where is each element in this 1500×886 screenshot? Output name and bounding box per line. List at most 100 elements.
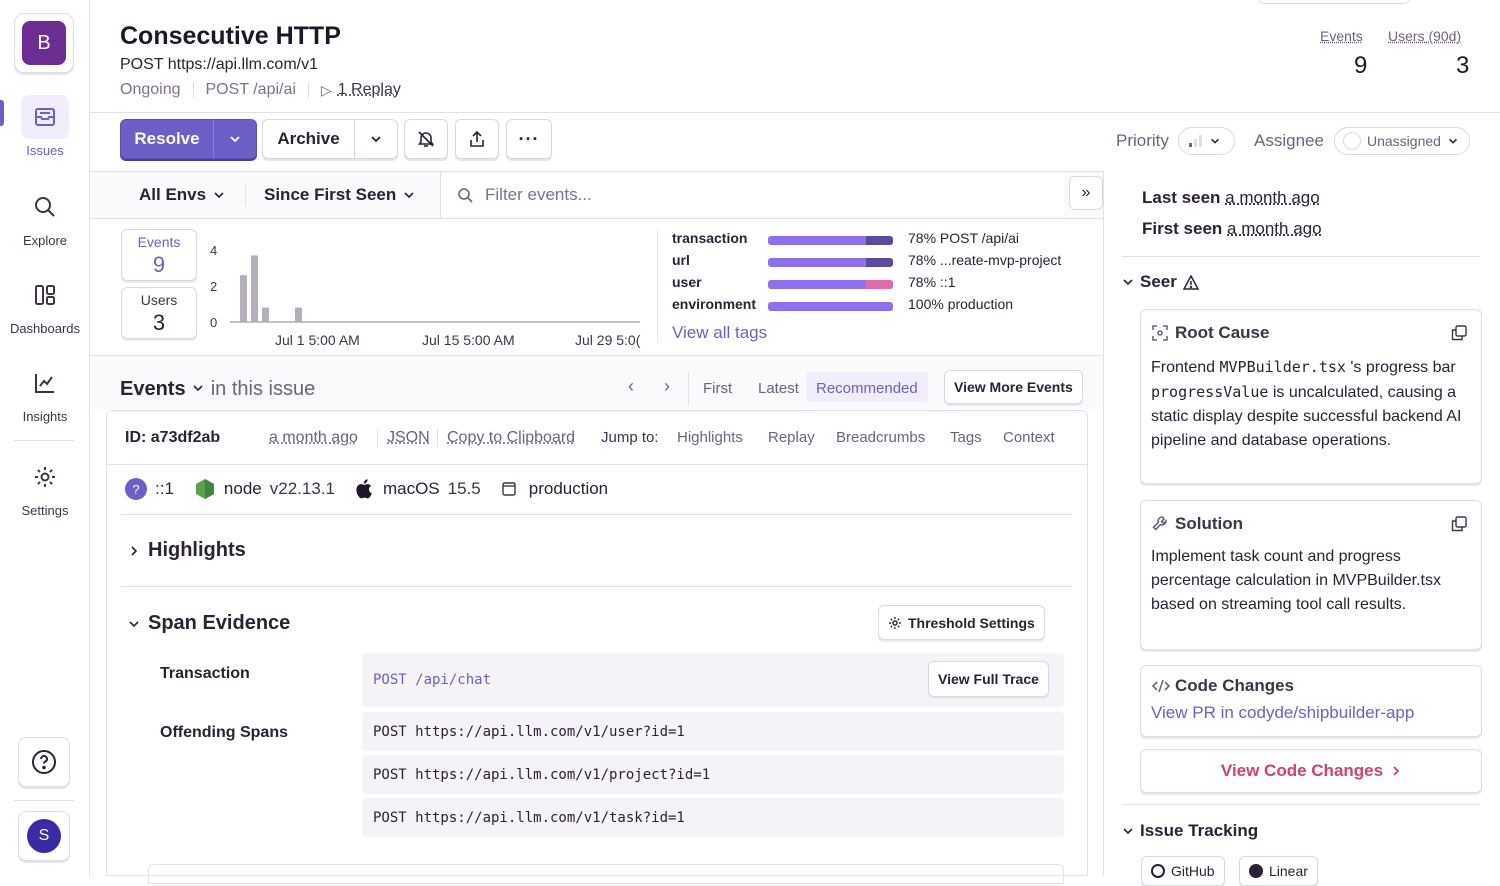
- share-icon: [470, 130, 484, 147]
- event-filter-bar: All Envs Since First Seen Filter events.…: [90, 171, 1103, 219]
- apple-icon: [356, 479, 372, 499]
- view-code-changes-button[interactable]: View Code Changes: [1140, 749, 1482, 793]
- view-full-trace-button[interactable]: View Full Trace: [928, 661, 1049, 697]
- jump-tags[interactable]: Tags: [950, 429, 982, 446]
- inbox-icon: [21, 95, 69, 139]
- copy-to-clipboard-link[interactable]: Copy to Clipboard: [447, 429, 575, 447]
- event-json-link[interactable]: JSON: [387, 429, 430, 447]
- user-menu-button[interactable]: S: [18, 811, 70, 861]
- span-evidence-toggle[interactable]: Span Evidence: [128, 612, 290, 635]
- context-runtime[interactable]: node: [224, 479, 262, 499]
- org-switcher[interactable]: B: [14, 13, 74, 73]
- header-button-partial[interactable]: [1258, 0, 1410, 4]
- tag-key: user: [672, 274, 702, 290]
- nav-explore[interactable]: Explore: [0, 185, 90, 248]
- help-button[interactable]: [18, 737, 70, 787]
- context-user[interactable]: ::1: [155, 479, 174, 499]
- prev-event-button[interactable]: ‹: [628, 376, 634, 397]
- nav-issues[interactable]: Issues: [0, 95, 90, 158]
- events-section-header: Events in this issue ‹ › First Latest Re…: [90, 355, 1103, 409]
- tag-bar-segment: [865, 258, 893, 267]
- nav-dashboards[interactable]: Dashboards: [0, 273, 90, 336]
- more-actions-button[interactable]: ···: [506, 119, 552, 159]
- events-chart: 0 2 4 Jul 1 5:00 AM Jul 15 5:00 AM Jul 29 5:…: [210, 243, 641, 348]
- collapse-sidebar-button[interactable]: »: [1069, 176, 1103, 210]
- recommended-event-button[interactable]: Recommended: [806, 372, 928, 402]
- divider: [1122, 804, 1480, 805]
- copy-icon[interactable]: [1451, 516, 1467, 532]
- first-event-button[interactable]: First: [703, 380, 732, 397]
- nav-divider: [14, 440, 74, 441]
- wrench-icon: [1152, 516, 1167, 531]
- threshold-settings-button[interactable]: Threshold Settings: [878, 605, 1045, 640]
- linear-button[interactable]: Linear: [1239, 856, 1318, 886]
- seer-toggle[interactable]: Seer: [1122, 272, 1199, 292]
- first-seen-value[interactable]: a month ago: [1227, 219, 1322, 238]
- nav-explore-label: Explore: [22, 233, 68, 248]
- chart-bar[interactable]: [262, 307, 269, 322]
- nav-settings[interactable]: Settings: [0, 455, 90, 518]
- tag-bar-segment: [865, 280, 893, 289]
- view-more-events-button[interactable]: View More Events: [944, 370, 1083, 404]
- tag-bar-segment: [865, 236, 893, 245]
- jump-breadcrumbs[interactable]: Breadcrumbs: [836, 429, 925, 446]
- archive-button[interactable]: Archive: [262, 119, 355, 159]
- search-icon: [458, 188, 473, 203]
- event-search[interactable]: Filter events...: [440, 172, 1064, 218]
- last-seen-value[interactable]: a month ago: [1225, 188, 1320, 207]
- chart-bar[interactable]: [240, 275, 247, 322]
- copy-icon[interactable]: [1451, 325, 1467, 341]
- nav-dashboards-label: Dashboards: [9, 321, 81, 336]
- jump-context[interactable]: Context: [1003, 429, 1055, 446]
- x-tick-label: Jul 15 5:00 AM: [422, 332, 515, 348]
- next-event-button[interactable]: ›: [664, 376, 670, 397]
- transaction-link[interactable]: POST /api/chat: [373, 672, 491, 688]
- nav-insights[interactable]: Insights: [0, 361, 90, 424]
- resolve-button[interactable]: Resolve: [120, 119, 214, 159]
- share-button[interactable]: [455, 119, 499, 159]
- highlights-toggle[interactable]: Highlights: [128, 539, 246, 562]
- resolve-dropdown-button[interactable]: [213, 119, 257, 159]
- root-cause-body: Frontend MVPBuilder.tsx 's progress bar …: [1151, 355, 1473, 453]
- assignee-dropdown[interactable]: Unassigned: [1334, 127, 1470, 155]
- priority-dropdown[interactable]: [1178, 127, 1235, 155]
- event-time[interactable]: a month ago: [269, 429, 358, 447]
- view-code-changes-label: View Code Changes: [1220, 761, 1384, 780]
- chart-bar[interactable]: [295, 307, 302, 322]
- replay-link[interactable]: 1 Replay: [338, 81, 401, 99]
- issue-tracking-toggle[interactable]: Issue Tracking: [1122, 821, 1258, 841]
- event-search-placeholder: Filter events...: [485, 185, 592, 204]
- jump-replay[interactable]: Replay: [768, 429, 815, 446]
- search-icon: [21, 185, 69, 229]
- view-pr-link[interactable]: View PR in codyde/shipbuilder-app: [1151, 703, 1414, 723]
- environment-selector[interactable]: All Envs: [139, 172, 226, 218]
- tag-value: 78% ...reate-mvp-project: [908, 252, 1062, 268]
- events-section-title[interactable]: Events in this issue: [120, 378, 315, 401]
- offending-span-row: POST https://api.llm.com/v1/task?id=1: [362, 798, 1064, 837]
- tag-bar: [768, 280, 893, 289]
- latest-event-button[interactable]: Latest: [758, 380, 799, 397]
- view-all-tags-link[interactable]: View all tags: [672, 323, 767, 343]
- chevron-down-icon: [1448, 138, 1457, 144]
- users-count-card[interactable]: Users 3: [121, 287, 197, 339]
- github-label: GitHub: [1171, 863, 1215, 879]
- meta-separator: [192, 82, 194, 98]
- jump-highlights[interactable]: Highlights: [677, 429, 743, 446]
- context-os[interactable]: macOS: [383, 479, 440, 499]
- mute-button[interactable]: [404, 119, 448, 159]
- header-events-label[interactable]: Events: [1320, 28, 1363, 44]
- users-count-value: 3: [152, 310, 166, 335]
- header-users-label[interactable]: Users (90d): [1388, 28, 1461, 44]
- issue-title: Consecutive HTTP: [120, 22, 341, 50]
- bell-off-icon: [417, 131, 435, 147]
- archive-dropdown-button[interactable]: [354, 119, 398, 159]
- events-count-label: Events: [137, 234, 181, 250]
- chart-bar[interactable]: [251, 255, 258, 322]
- time-range-selector[interactable]: Since First Seen: [264, 172, 416, 218]
- github-button[interactable]: GitHub: [1141, 856, 1225, 886]
- chevron-down-icon: [214, 192, 224, 199]
- assignee-label: Assignee: [1254, 131, 1324, 150]
- tag-value: 100% production: [908, 296, 1014, 312]
- context-environment[interactable]: production: [529, 479, 608, 499]
- events-count-card[interactable]: Events 9: [121, 229, 197, 281]
